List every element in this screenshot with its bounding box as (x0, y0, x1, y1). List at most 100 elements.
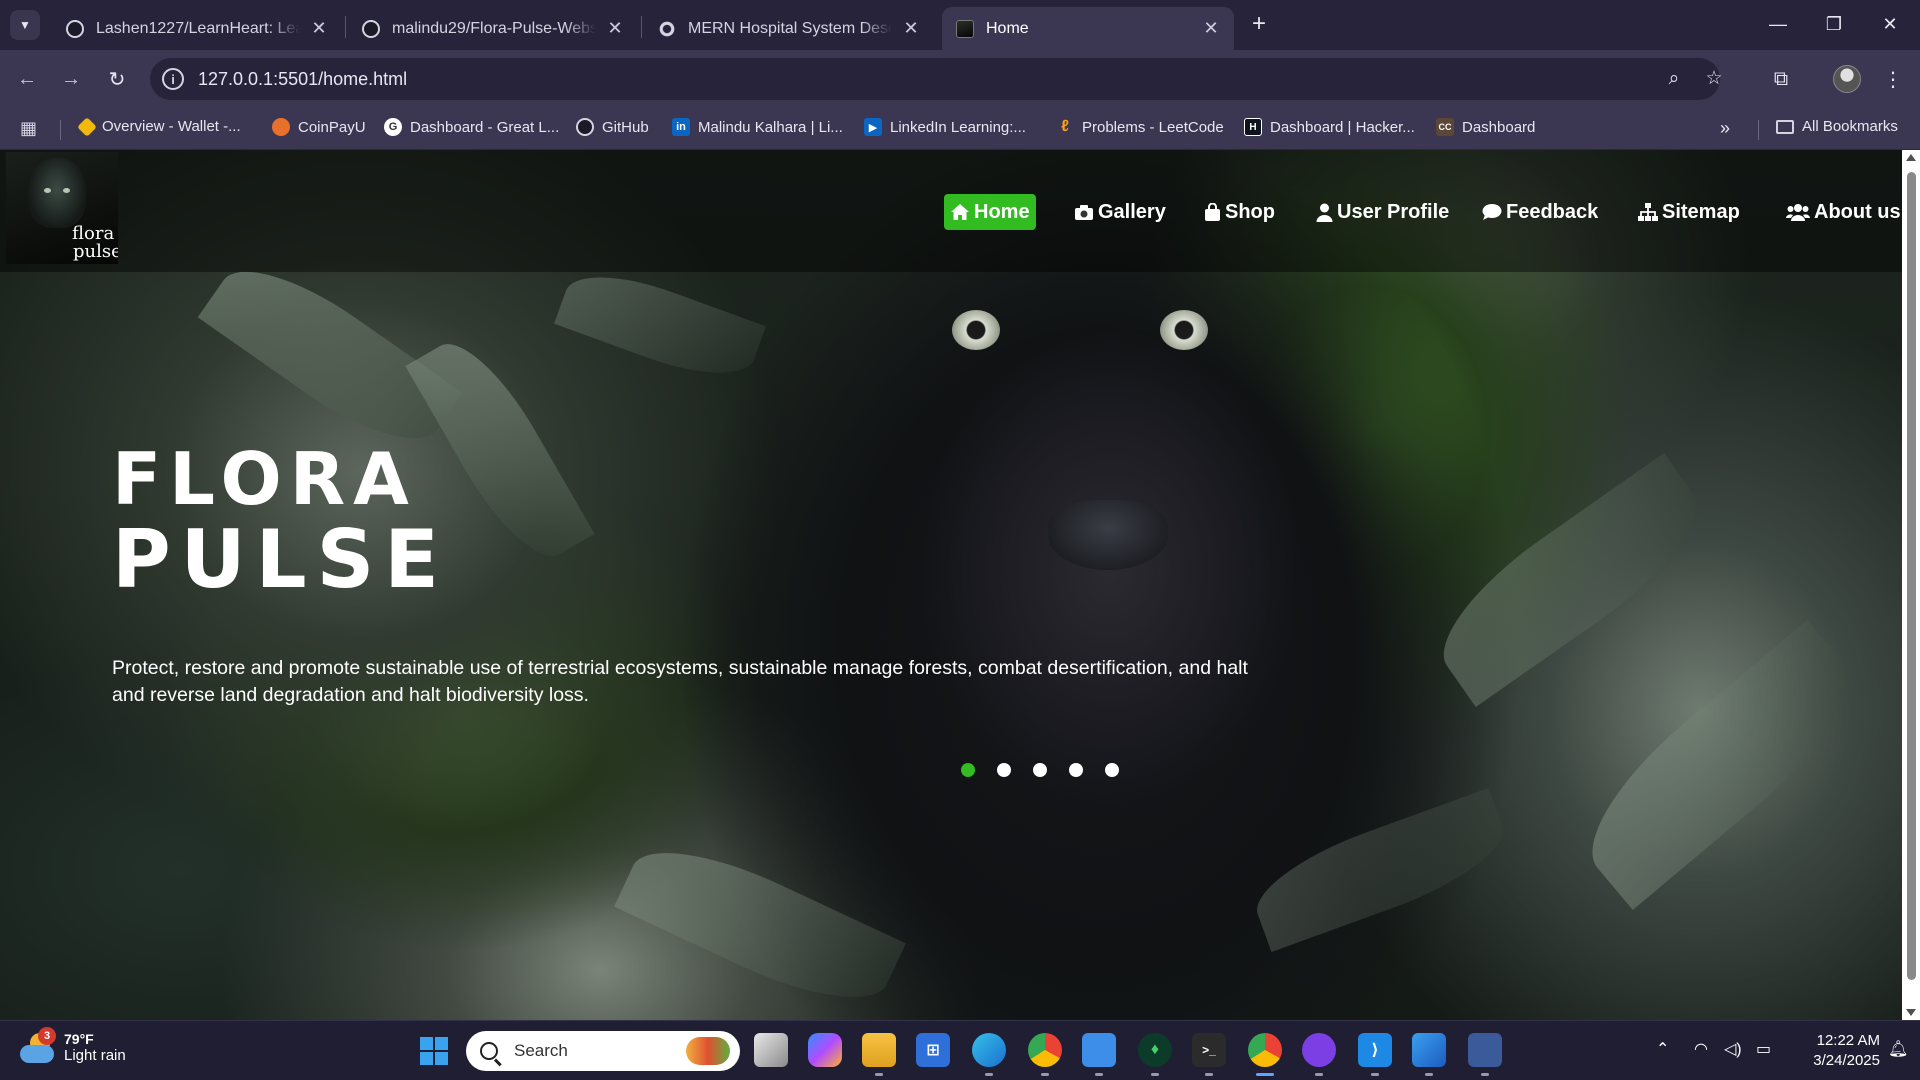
tab-title: Home (986, 19, 1029, 37)
forward-button[interactable]: → (54, 62, 88, 96)
close-icon[interactable]: ✕ (606, 18, 624, 39)
terminal-icon[interactable]: >_ (1192, 1033, 1226, 1067)
hackerrank-icon: H (1244, 118, 1262, 136)
bookmark-item[interactable]: ▶ LinkedIn Learning:... (864, 118, 1026, 136)
zoom-icon[interactable]: ⌕ (1662, 67, 1686, 91)
nav-sitemap[interactable]: Sitemap (1632, 194, 1746, 230)
foliage-decoration (1244, 787, 1516, 953)
mongodb-icon[interactable]: ♦ (1138, 1033, 1172, 1067)
github-desktop-icon[interactable] (1302, 1033, 1336, 1067)
browser-tab-active[interactable]: Home ✕ (942, 7, 1234, 50)
notepad-icon[interactable] (1082, 1033, 1116, 1067)
notification-bell-icon[interactable]: 🔔︎ (1888, 1039, 1908, 1059)
bookmark-separator (60, 120, 61, 140)
reload-button[interactable]: ↻ (100, 62, 134, 96)
page-scrollbar[interactable] (1902, 150, 1920, 1020)
bookmark-item[interactable]: G Dashboard - Great L... (384, 118, 559, 136)
apps-button[interactable]: ▦ (20, 118, 37, 139)
close-icon[interactable]: ✕ (1202, 18, 1220, 39)
scrollbar-thumb[interactable] (1907, 172, 1916, 980)
slider-dot[interactable] (1069, 763, 1083, 777)
shopping-bag-icon (1204, 202, 1221, 222)
all-bookmarks-button[interactable]: All Bookmarks (1776, 118, 1898, 135)
slider-dot[interactable] (961, 763, 975, 777)
nav-label: User Profile (1337, 200, 1450, 223)
bookmark-item[interactable]: CoinPayU (272, 118, 366, 136)
scroll-up-icon[interactable] (1906, 154, 1916, 161)
bookmark-item[interactable]: CC Dashboard (1436, 118, 1535, 136)
bookmark-star-icon[interactable]: ☆ (1702, 67, 1726, 91)
address-bar[interactable]: i 127.0.0.1:5501/home.html ⌕ ☆ (150, 58, 1723, 100)
site-logo[interactable]: flora pulse (6, 152, 118, 264)
nav-home[interactable]: Home (944, 194, 1036, 230)
bookmark-item[interactable]: ℓ Problems - LeetCode (1056, 118, 1224, 136)
restore-button[interactable]: ❐ (1806, 0, 1862, 48)
weather-widget[interactable]: 3 79°F Light rain (20, 1026, 126, 1064)
nav-user-profile[interactable]: User Profile (1310, 194, 1455, 230)
hero-title: FLORA PULSE (112, 440, 449, 602)
bookmark-label: Dashboard | Hacker... (1270, 118, 1415, 136)
close-icon[interactable]: ✕ (310, 18, 328, 39)
file-explorer-icon[interactable] (862, 1033, 896, 1067)
app-running-indicator (1095, 1073, 1103, 1076)
bookmarks-overflow-button[interactable]: » (1720, 118, 1730, 139)
remote-desktop-icon[interactable] (1468, 1033, 1502, 1067)
windows-taskbar: 3 79°F Light rain Search ⊞ ♦ >_ ⟩ ⌃ ◠ ◁)… (0, 1020, 1920, 1080)
browser-tab[interactable]: MERN Hospital System Description ✕ (644, 7, 934, 50)
slider-dot[interactable] (1033, 763, 1047, 777)
menu-button[interactable]: ⋮ (1876, 62, 1910, 96)
vscode-icon[interactable]: ⟩ (1358, 1033, 1392, 1067)
github-icon (576, 118, 594, 136)
nav-label: Shop (1225, 200, 1275, 223)
reload-icon: ↻ (108, 68, 126, 91)
new-tab-button[interactable]: + (1244, 10, 1274, 40)
bookmark-item[interactable]: H Dashboard | Hacker... (1244, 118, 1415, 136)
nav-shop[interactable]: Shop (1198, 194, 1281, 230)
panther-nose (1048, 500, 1168, 570)
camera-icon (1074, 204, 1094, 221)
nav-label: Gallery (1098, 200, 1166, 223)
arrow-left-icon: ← (17, 67, 37, 90)
slider-dot[interactable] (997, 763, 1011, 777)
edge-icon[interactable] (972, 1033, 1006, 1067)
chrome-icon[interactable] (1248, 1033, 1282, 1067)
nav-gallery[interactable]: Gallery (1068, 194, 1172, 230)
volume-icon[interactable]: ◁) (1724, 1039, 1742, 1059)
close-window-button[interactable]: ✕ (1862, 0, 1918, 48)
weather-desc: Light rain (64, 1047, 126, 1064)
browser-tab[interactable]: malindu29/Flora-Pulse-Website ✕ (348, 7, 638, 50)
copilot-icon[interactable] (808, 1033, 842, 1067)
site-info-icon[interactable]: i (162, 68, 184, 90)
bookmark-item[interactable]: GitHub (576, 118, 649, 136)
close-icon[interactable]: ✕ (902, 18, 920, 39)
app-running-indicator (1371, 1073, 1379, 1076)
weather-temp: 79°F (64, 1031, 94, 1047)
microsoft-store-icon[interactable]: ⊞ (916, 1033, 950, 1067)
task-view-icon[interactable] (754, 1033, 788, 1067)
bookmark-item[interactable]: in Malindu Kalhara | Li... (672, 118, 843, 136)
extensions-button[interactable]: ⧉ (1764, 62, 1798, 96)
url-text[interactable]: 127.0.0.1:5501/home.html (198, 69, 407, 90)
back-button[interactable]: ← (10, 62, 44, 96)
wifi-icon[interactable]: ◠ (1694, 1039, 1708, 1059)
profile-button[interactable] (1830, 62, 1864, 96)
battery-icon[interactable]: ▭ (1756, 1039, 1771, 1059)
taskbar-search[interactable]: Search (466, 1031, 740, 1071)
nav-feedback[interactable]: Feedback (1476, 194, 1604, 230)
tab-separator (345, 16, 346, 38)
bookmark-item[interactable]: Overview - Wallet -... (77, 116, 241, 137)
app-running-indicator (875, 1073, 883, 1076)
browser-tab[interactable]: Lashen1227/LearnHeart: LearnHeart ✕ (52, 7, 342, 50)
scroll-down-icon[interactable] (1906, 1009, 1916, 1016)
minimize-button[interactable]: — (1750, 0, 1806, 48)
slider-dot[interactable] (1105, 763, 1119, 777)
tab-search-button[interactable]: ▼ (10, 10, 40, 40)
chrome-icon[interactable] (1028, 1033, 1062, 1067)
tab-title: malindu29/Flora-Pulse-Website (392, 19, 596, 37)
nav-about-us[interactable]: About us (1780, 194, 1902, 230)
hero-title-line: PULSE (112, 513, 449, 606)
start-button[interactable] (420, 1037, 448, 1065)
azure-data-studio-icon[interactable] (1412, 1033, 1446, 1067)
clock[interactable]: 12:22 AM 3/24/2025 (1790, 1031, 1880, 1071)
chevron-up-icon[interactable]: ⌃ (1656, 1039, 1669, 1059)
